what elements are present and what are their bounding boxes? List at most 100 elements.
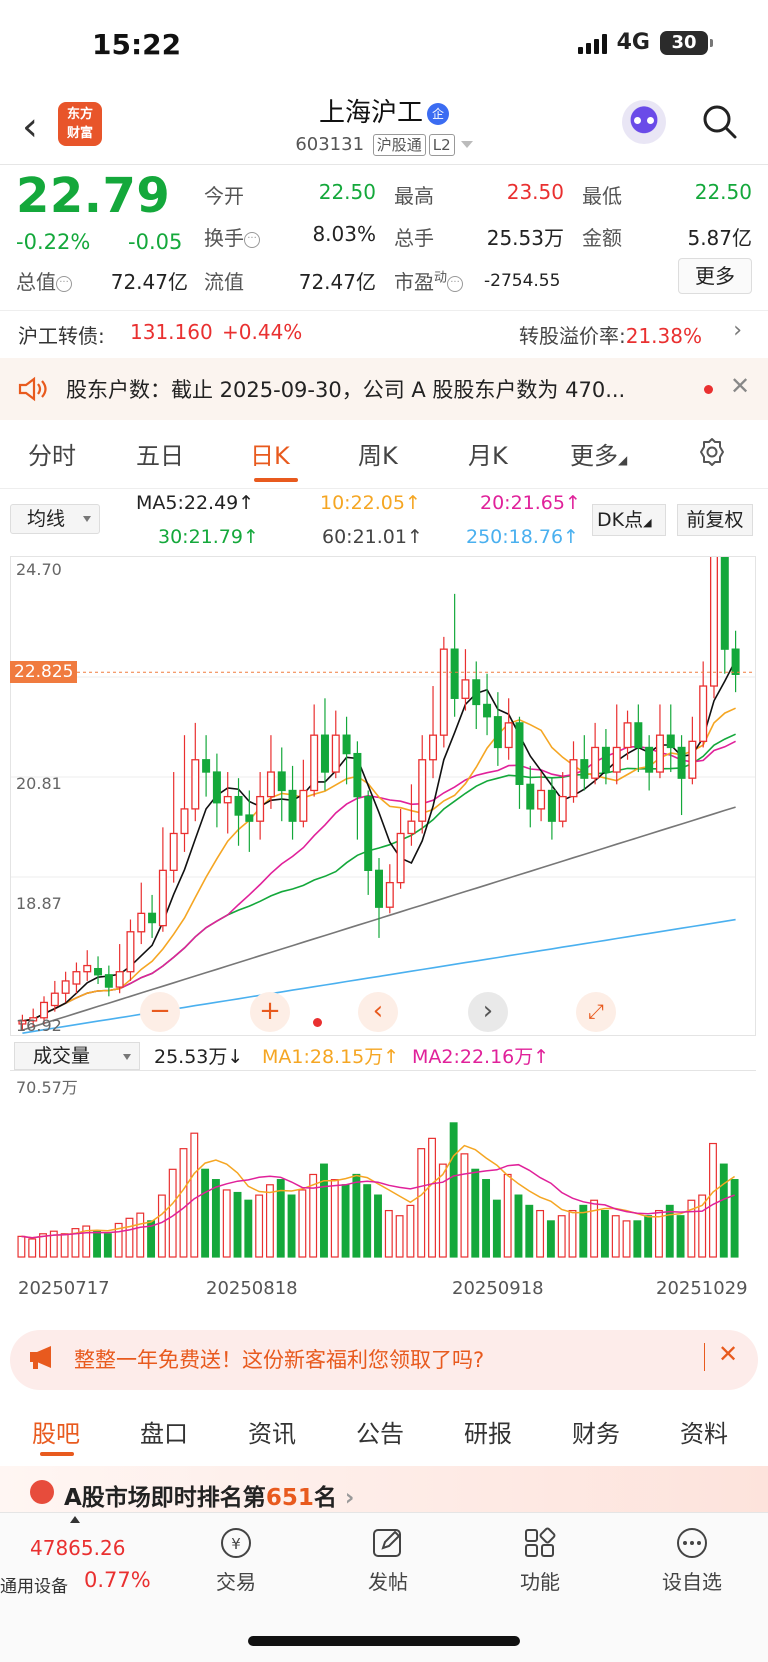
gear-icon[interactable] [696,436,728,468]
tab-pankou[interactable]: 盘口 [140,1414,188,1449]
nav-add-watchlist-label: 设自选 [662,1570,722,1594]
candle-body [148,912,157,924]
volume-bar [568,1209,577,1258]
volume-bar [460,1153,469,1258]
volume-bar [168,1168,177,1258]
tab-intraday[interactable]: 分时 [28,436,76,471]
low-label: 最低 [582,184,622,208]
change-percent: -0.22% [16,230,91,254]
tab-more[interactable]: 更多◢ [570,436,627,471]
volume-chart[interactable] [10,1070,756,1268]
bond-label[interactable]: 沪工转债: [18,320,105,349]
candle-body [709,550,718,687]
nav-post[interactable]: 发帖 [338,1526,438,1595]
volume-bar [320,1163,328,1258]
open-label: 今开 [204,184,244,208]
scroll-right-button[interactable]: › [468,992,508,1032]
tab-five-day[interactable]: 五日 [136,436,184,471]
promo-text[interactable]: 整整一年免费送！这份新客福利您领取了吗? [74,1344,484,1374]
volume-indicator-select[interactable]: 成交量 [14,1042,140,1070]
candle-body [601,746,610,773]
tab-guba[interactable]: 股吧 [32,1414,80,1449]
volume-bar [503,1173,512,1258]
grid-icon [525,1527,556,1557]
candle-body [169,832,178,871]
tab-announcements[interactable]: 公告 [356,1414,404,1449]
tab-monthly-k[interactable]: 月K [468,436,508,471]
volume-label: 总手 [394,226,434,250]
candle-body [493,716,502,749]
chevron-right-icon[interactable]: › [733,318,742,343]
rank-text[interactable]: A股市场即时排名第651名 › [64,1478,354,1512]
premium-rate[interactable]: 转股溢价率:21.38% [519,320,702,349]
candle-body [385,881,394,908]
signal-icon [577,32,607,54]
tab-daily-k[interactable]: 日K [250,436,290,471]
adjust-button[interactable]: 前复权 [677,504,753,536]
volume-bar [287,1194,296,1258]
tab-weekly-k[interactable]: 周K [358,436,398,471]
ma5-value: MA5:22.49↑ [136,492,255,514]
volume-bar [676,1215,685,1258]
volume-ma1: MA1:28.15万↑ [262,1046,400,1068]
ma20-value: 20:21.65↑ [480,492,581,514]
index-change: 0.77% [84,1568,151,1592]
volume-bar [611,1215,620,1258]
candle-body [720,550,729,650]
dk-point-button[interactable]: DK点◢ [592,504,666,536]
candle-body [94,967,103,976]
volume-bar [103,1233,112,1258]
volume-bar [471,1168,480,1258]
candle-body [115,971,124,988]
scroll-left-button[interactable]: ‹ [358,992,398,1032]
candle-body [288,789,297,822]
info-icon[interactable]: ··· [447,276,464,292]
search-icon[interactable] [702,104,738,140]
amount-value: 5.87亿 [687,226,752,250]
indicator-select[interactable]: 均线 [10,504,100,534]
indicator-select-label: 均线 [27,508,66,530]
kline-chart[interactable] [10,544,756,1036]
volume-bar [449,1122,458,1258]
volume-bar [309,1173,318,1258]
volume-bar [17,1235,26,1258]
candle-body [277,771,286,792]
notice-text[interactable]: 股东户数：截止 2025-09-30，公司 A 股股东户数为 470... [66,374,625,404]
tab-profile[interactable]: 资料 [680,1414,728,1449]
tab-financials[interactable]: 财务 [572,1414,620,1449]
fullscreen-icon[interactable]: ⤢ [576,992,616,1032]
info-icon[interactable]: ··· [244,232,260,248]
nav-add-watchlist[interactable]: 设自选 [642,1526,742,1595]
candle-body [418,759,427,822]
volume-bar [719,1163,728,1258]
trade-icon: ¥ [221,1528,251,1558]
volume-bar [255,1194,264,1258]
zoom-in-button[interactable]: + [250,992,290,1032]
ma60-value: 60:21.01↑ [322,526,423,548]
close-icon[interactable]: ✕ [718,1340,738,1368]
price-axis-mid: 20.81 [16,774,62,793]
assistant-robot-icon[interactable] [622,100,666,144]
dk-label: DK点 [597,509,644,531]
volume-bar [546,1220,555,1258]
tab-research[interactable]: 研报 [464,1414,512,1449]
rank-prefix: A股市场即时排名第 [64,1485,266,1511]
candle-body [504,722,513,749]
info-icon[interactable]: ··· [56,276,72,292]
volume-bar [28,1238,37,1258]
index-value[interactable]: 47865.26 [30,1536,125,1560]
unread-dot [704,385,713,394]
more-button[interactable]: 更多 [678,258,752,294]
nav-functions[interactable]: 功能 [490,1526,590,1595]
close-icon[interactable]: ✕ [730,372,750,400]
zoom-out-button[interactable]: − [140,992,180,1032]
index-name[interactable]: 通用设备 [0,1572,68,1597]
volume-svg[interactable] [10,1071,756,1267]
nav-trade[interactable]: ¥ 交易 [186,1526,286,1595]
kline-svg[interactable] [11,544,755,1035]
candle-body [472,679,481,706]
tab-news[interactable]: 资讯 [248,1414,296,1449]
candle-body [396,832,405,884]
candle-body [547,789,556,822]
turnover-label: 换手 ··· [204,222,260,251]
